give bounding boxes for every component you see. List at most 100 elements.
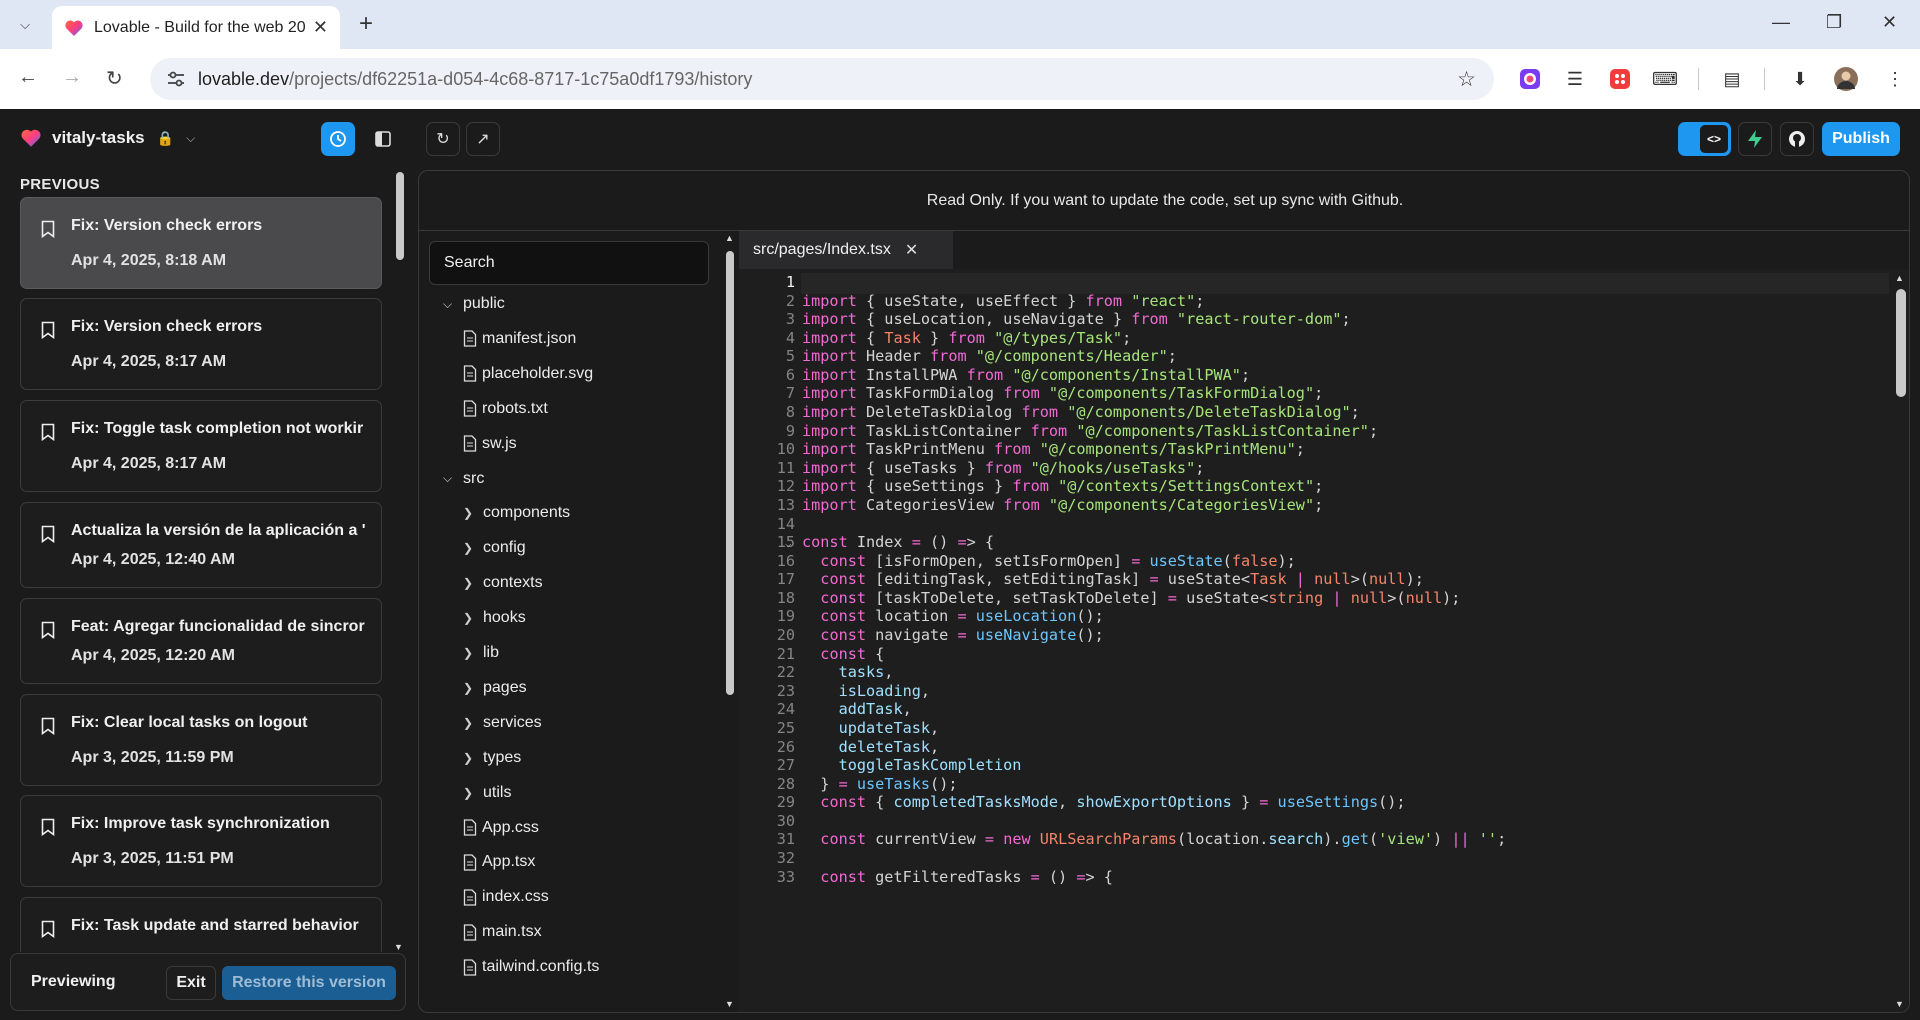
code-view-toggle[interactable]: <> xyxy=(1678,122,1731,156)
layers-extension-icon[interactable]: ☰ xyxy=(1562,66,1588,92)
scroll-down-arrow-icon[interactable]: ▼ xyxy=(1895,999,1904,1009)
file-tree-scrollbar-thumb[interactable] xyxy=(726,251,734,695)
code-line[interactable]: 32 xyxy=(739,849,1889,868)
download-icon[interactable]: ⬇ xyxy=(1787,66,1813,92)
tab-search-chevron-icon[interactable]: ⌵ xyxy=(12,12,38,38)
code-line[interactable]: 18 const [taskToDelete, setTaskToDelete]… xyxy=(739,589,1889,608)
minimize-icon[interactable]: — xyxy=(1772,12,1790,33)
file-tree-file[interactable]: main.tsx xyxy=(463,917,542,947)
code-line[interactable]: 2 import { useState, useEffect } from "re… xyxy=(739,292,1889,311)
publish-button[interactable]: Publish xyxy=(1822,122,1900,156)
file-tree-file[interactable]: manifest.json xyxy=(463,324,576,354)
file-tree-folder[interactable]: ❯ services xyxy=(463,708,542,738)
file-tree-folder[interactable]: ❯ contexts xyxy=(463,568,543,598)
file-tree-file[interactable]: App.tsx xyxy=(463,847,535,877)
history-item[interactable]: Actualiza la versión de la aplicación a … xyxy=(20,502,382,588)
history-item[interactable]: Fix: Version check errors Apr 4, 2025, 8:… xyxy=(20,197,382,289)
history-item[interactable]: Fix: Clear local tasks on logout Apr 3, 2… xyxy=(20,694,382,786)
refresh-preview-button[interactable]: ↻ xyxy=(426,122,460,156)
history-item[interactable]: Fix: Task update and starred behavior xyxy=(20,897,382,952)
close-editor-tab-icon[interactable]: ✕ xyxy=(905,240,918,260)
supabase-button[interactable] xyxy=(1738,122,1772,156)
history-item[interactable]: Fix: Improve task synchronization Apr 3, … xyxy=(20,795,382,887)
code-line[interactable]: 16 const [isFormOpen, setIsFormOpen] = u… xyxy=(739,552,1889,571)
file-tree-folder[interactable]: ⌵ public xyxy=(443,289,505,319)
file-tree-folder[interactable]: ❯ hooks xyxy=(463,603,526,633)
code-area[interactable]: 1 2 import { useState, useEffect } from "r… xyxy=(739,271,1889,1012)
bookmark-icon[interactable] xyxy=(41,423,55,441)
bookmark-icon[interactable] xyxy=(41,220,55,238)
bookmark-icon[interactable] xyxy=(41,818,55,836)
reading-list-icon[interactable]: ▤ xyxy=(1719,66,1745,92)
code-line[interactable]: 22 tasks, xyxy=(739,663,1889,682)
code-line[interactable]: 1 xyxy=(739,273,1889,292)
history-item[interactable]: Fix: Toggle task completion not workir Ap… xyxy=(20,400,382,492)
code-line[interactable]: 29 const { completedTasksMode, showExpor… xyxy=(739,793,1889,812)
code-line[interactable]: 9 import TaskListContainer from "@/compon… xyxy=(739,422,1889,441)
file-tree-file[interactable]: index.css xyxy=(463,882,549,912)
restore-version-button[interactable]: Restore this version xyxy=(222,966,396,1000)
code-line[interactable]: 6 import InstallPWA from "@/components/In… xyxy=(739,366,1889,385)
close-window-icon[interactable]: ✕ xyxy=(1882,12,1897,33)
bookmark-icon[interactable] xyxy=(41,525,55,543)
open-external-button[interactable]: ↗ xyxy=(466,122,500,156)
exit-button[interactable]: Exit xyxy=(166,966,216,1000)
scroll-up-arrow-icon[interactable]: ▲ xyxy=(725,233,734,243)
file-tree-file[interactable]: robots.txt xyxy=(463,394,548,424)
code-line[interactable]: 10 import TaskPrintMenu from "@/component… xyxy=(739,440,1889,459)
editor-tab[interactable]: src/pages/Index.tsx ✕ xyxy=(739,231,953,269)
colorful-extension-icon[interactable] xyxy=(1517,66,1543,92)
file-tree-folder[interactable]: ❯ pages xyxy=(463,673,527,703)
toggle-sidebar-button[interactable] xyxy=(366,122,400,156)
project-switcher[interactable]: vitaly-tasks 🔒 ⌵ xyxy=(20,127,195,149)
code-line[interactable]: 33 const getFilteredTasks = () => { xyxy=(739,868,1889,887)
file-tree-folder[interactable]: ❯ config xyxy=(463,533,526,563)
file-tree-file[interactable]: tailwind.config.ts xyxy=(463,952,599,982)
code-line[interactable]: 27 toggleTaskCompletion xyxy=(739,756,1889,775)
file-tree-file[interactable]: sw.js xyxy=(463,429,517,459)
back-arrow-icon[interactable]: ← xyxy=(18,66,38,89)
bookmark-icon[interactable] xyxy=(41,920,55,938)
editor-scrollbar[interactable]: ▲ ▼ xyxy=(1889,271,1909,1012)
code-line[interactable]: 13 import CategoriesView from "@/componen… xyxy=(739,496,1889,515)
code-line[interactable]: 30 xyxy=(739,812,1889,831)
scroll-up-arrow-icon[interactable]: ▲ xyxy=(1895,273,1904,283)
url-text[interactable]: lovable.dev/projects/df62251a-d054-4c68-… xyxy=(198,69,752,90)
scroll-down-arrow-icon[interactable]: ▼ xyxy=(725,999,734,1009)
code-line[interactable]: 15 ⌵ const Index = () => { xyxy=(739,533,1889,552)
file-tree-scrollbar[interactable]: ▲ ▼ xyxy=(724,231,736,1012)
code-line[interactable]: 25 updateTask, xyxy=(739,719,1889,738)
code-line[interactable]: 19 const location = useLocation(); xyxy=(739,607,1889,626)
file-tree-folder[interactable]: ❯ lib xyxy=(463,638,499,668)
restore-window-icon[interactable]: ❐ xyxy=(1826,12,1842,33)
bookmark-icon[interactable] xyxy=(41,621,55,639)
bookmark-icon[interactable] xyxy=(41,717,55,735)
github-button[interactable] xyxy=(1780,122,1814,156)
code-line[interactable]: 4 import { Task } from "@/types/Task"; xyxy=(739,329,1889,348)
code-line[interactable]: 14 xyxy=(739,515,1889,534)
history-scrollbar-thumb[interactable] xyxy=(396,172,404,260)
file-tree-folder[interactable]: ❯ types xyxy=(463,743,521,773)
chevron-down-icon[interactable]: ⌵ xyxy=(186,131,195,146)
code-line[interactable]: 7 import TaskFormDialog from "@/component… xyxy=(739,384,1889,403)
close-tab-icon[interactable]: ✕ xyxy=(313,17,328,38)
code-line[interactable]: 31 const currentView = new URLSearchPara… xyxy=(739,830,1889,849)
history-item[interactable]: Feat: Agregar funcionalidad de sincror Ap… xyxy=(20,598,382,684)
code-line[interactable]: 8 import DeleteTaskDialog from "@/compone… xyxy=(739,403,1889,422)
history-button[interactable] xyxy=(321,122,355,156)
address-bar[interactable]: lovable.dev/projects/df62251a-d054-4c68-… xyxy=(150,58,1494,100)
code-line[interactable]: 11 import { useTasks } from "@/hooks/useT… xyxy=(739,459,1889,478)
file-tree-file[interactable]: App.css xyxy=(463,813,539,843)
code-line[interactable]: 26 deleteTask, xyxy=(739,738,1889,757)
file-tree-folder[interactable]: ⌵ src xyxy=(443,464,484,494)
code-line[interactable]: 21 const { xyxy=(739,645,1889,664)
history-item[interactable]: Fix: Version check errors Apr 4, 2025, 8:… xyxy=(20,298,382,390)
bookmark-icon[interactable] xyxy=(41,321,55,339)
profile-avatar[interactable] xyxy=(1833,66,1859,92)
code-line[interactable]: 24 addTask, xyxy=(739,700,1889,719)
forward-arrow-icon[interactable]: → xyxy=(62,66,82,89)
code-line[interactable]: 23 isLoading, xyxy=(739,682,1889,701)
code-line[interactable]: 17 const [editingTask, setEditingTask] =… xyxy=(739,570,1889,589)
red-extension-icon[interactable] xyxy=(1607,66,1633,92)
file-tree-folder[interactable]: ❯ components xyxy=(463,498,570,528)
